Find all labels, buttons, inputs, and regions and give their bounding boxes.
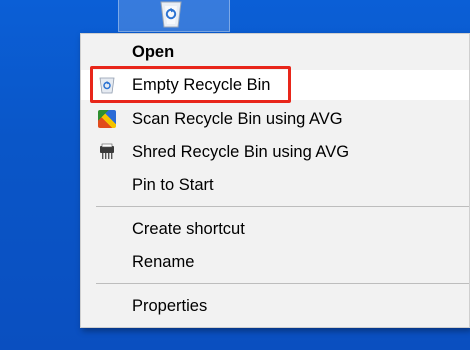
menu-item-rename[interactable]: Rename — [81, 247, 469, 277]
menu-separator — [96, 283, 469, 284]
recycle-bin-icon — [99, 77, 115, 94]
menu-item-create-shortcut[interactable]: Create shortcut — [81, 214, 469, 244]
desktop-recycle-bin[interactable] — [118, 0, 230, 32]
menu-item-open[interactable]: Open — [81, 37, 469, 67]
menu-item-pin-to-start[interactable]: Pin to Start — [81, 170, 469, 200]
menu-item-label: Scan Recycle Bin using AVG — [132, 109, 343, 128]
menu-item-label: Pin to Start — [132, 175, 214, 194]
menu-item-empty-recycle-bin[interactable]: Empty Recycle Bin — [81, 70, 469, 100]
menu-item-shred-avg[interactable]: Shred Recycle Bin using AVG — [81, 137, 469, 167]
menu-item-label: Shred Recycle Bin using AVG — [132, 142, 350, 161]
menu-item-label: Open — [132, 42, 175, 61]
avg-scan-icon — [98, 110, 116, 128]
menu-separator — [96, 206, 469, 207]
menu-item-label: Empty Recycle Bin — [132, 75, 271, 94]
menu-item-properties[interactable]: Properties — [81, 291, 469, 321]
context-menu: Open Empty Recycle Bin Scan Recycle Bin … — [80, 33, 470, 328]
menu-item-scan-avg[interactable]: Scan Recycle Bin using AVG — [81, 104, 469, 134]
menu-item-label: Properties — [132, 296, 208, 315]
menu-item-label: Create shortcut — [132, 219, 245, 238]
menu-item-label: Rename — [132, 252, 195, 271]
shredder-icon — [100, 143, 114, 159]
recycle-bin-icon — [160, 1, 182, 28]
